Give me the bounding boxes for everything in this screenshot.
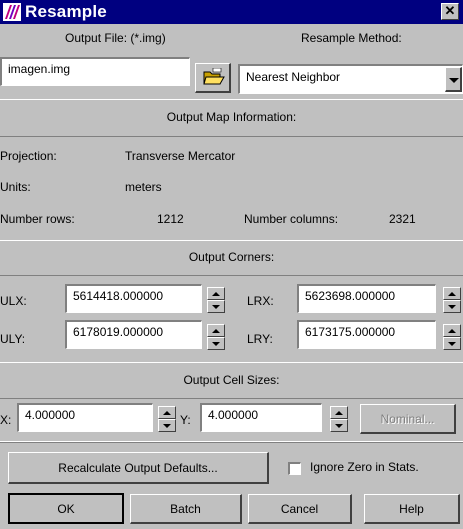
arrow-up-icon [163, 411, 171, 415]
arrow-down-icon [335, 424, 343, 428]
lry-value: 6173175.000000 [305, 325, 396, 339]
rows-value: 1212 [157, 212, 184, 226]
output-file-input[interactable]: imagen.img [0, 57, 190, 86]
resample-method-label: Resample Method: [301, 31, 402, 45]
corners-header-bar: Output Corners: [0, 240, 463, 276]
lry-label: LRY: [247, 332, 273, 346]
arrow-down-icon [448, 305, 456, 309]
projection-value: Transverse Mercator [125, 149, 236, 163]
arrow-down-icon [212, 342, 220, 346]
recalculate-label: Recalculate Output Defaults... [58, 460, 218, 475]
ulx-spinner[interactable] [207, 287, 225, 313]
close-icon[interactable]: ✕ [441, 3, 459, 20]
uly-down-button[interactable] [207, 337, 225, 350]
cell-sizes-header-bar: Output Cell Sizes: [0, 362, 463, 399]
open-folder-icon [203, 68, 225, 85]
chevron-down-icon [449, 78, 459, 83]
ulx-value: 5614418.000000 [73, 289, 164, 303]
help-label: Help [399, 501, 424, 516]
cell-size-y-value: 4.000000 [208, 408, 259, 422]
lrx-label: LRX: [247, 294, 274, 308]
cols-value: 2321 [389, 212, 416, 226]
map-info-header-bar: Output Map Information: [0, 99, 463, 137]
uly-spinner[interactable] [207, 324, 225, 350]
batch-button[interactable]: Batch [130, 494, 242, 524]
projection-label: Projection: [0, 149, 57, 163]
uly-value: 6178019.000000 [73, 325, 164, 339]
lrx-spinner[interactable] [443, 287, 461, 313]
ulx-up-button[interactable] [207, 287, 225, 300]
dropdown-button[interactable] [445, 67, 462, 92]
close-glyph: ✕ [444, 3, 456, 18]
batch-label: Batch [170, 501, 201, 516]
units-value: meters [125, 180, 162, 194]
recalculate-defaults-button[interactable]: Recalculate Output Defaults... [8, 452, 269, 484]
resample-method-value: Nearest Neighbor [246, 70, 341, 84]
lry-spinner[interactable] [443, 324, 461, 350]
lry-up-button[interactable] [443, 324, 461, 337]
cols-label: Number columns: [244, 212, 339, 226]
cancel-button[interactable]: Cancel [248, 494, 352, 524]
map-info-header: Output Map Information: [166, 110, 297, 124]
ignore-zero-checkbox[interactable] [288, 462, 301, 475]
lrx-down-button[interactable] [443, 300, 461, 313]
lrx-input[interactable]: 5623698.000000 [297, 284, 436, 313]
ok-label: OK [57, 501, 75, 516]
output-file-value: imagen.img [8, 62, 71, 76]
cancel-label: Cancel [280, 501, 319, 516]
x-label: X: [0, 413, 12, 427]
arrow-down-icon [448, 342, 456, 346]
arrow-down-icon [212, 305, 220, 309]
lry-input[interactable]: 6173175.000000 [297, 320, 436, 349]
uly-input[interactable]: 6178019.000000 [65, 320, 202, 349]
nominal-button[interactable]: Nominal... [360, 404, 456, 434]
cell-size-y-spinner[interactable] [330, 406, 348, 432]
y-down-button[interactable] [330, 419, 348, 432]
arrow-up-icon [448, 329, 456, 333]
units-label: Units: [0, 180, 31, 194]
rows-label: Number rows: [0, 212, 75, 226]
cell-size-x-value: 4.000000 [25, 408, 76, 422]
cell-size-x-spinner[interactable] [158, 406, 176, 432]
lry-down-button[interactable] [443, 337, 461, 350]
ok-button[interactable]: OK [8, 493, 124, 524]
ulx-input[interactable]: 5614418.000000 [65, 284, 202, 313]
x-down-button[interactable] [158, 419, 176, 432]
uly-label: ULY: [0, 332, 26, 346]
arrow-up-icon [448, 292, 456, 296]
browse-file-button[interactable] [195, 63, 231, 93]
window-title: Resample [25, 2, 107, 21]
title-bar[interactable]: Resample ✕ [0, 0, 463, 24]
arrow-up-icon [212, 329, 220, 333]
corners-header: Output Corners: [188, 250, 275, 264]
cell-size-x-input[interactable]: 4.000000 [17, 403, 153, 432]
divider [0, 441, 463, 443]
help-button[interactable]: Help [364, 494, 460, 524]
app-logo-icon [3, 3, 21, 21]
ignore-zero-label: Ignore Zero in Stats. [310, 460, 419, 474]
resample-method-select[interactable]: Nearest Neighbor [238, 64, 463, 94]
lrx-value: 5623698.000000 [305, 289, 396, 303]
x-up-button[interactable] [158, 406, 176, 419]
ulx-label: ULX: [0, 294, 27, 308]
arrow-up-icon [212, 292, 220, 296]
output-file-label: Output File: (*.img) [65, 31, 166, 45]
y-label: Y: [180, 413, 191, 427]
arrow-up-icon [335, 411, 343, 415]
arrow-down-icon [163, 424, 171, 428]
uly-up-button[interactable] [207, 324, 225, 337]
cell-size-y-input[interactable]: 4.000000 [200, 403, 322, 432]
ulx-down-button[interactable] [207, 300, 225, 313]
cell-sizes-header: Output Cell Sizes: [183, 373, 280, 387]
y-up-button[interactable] [330, 406, 348, 419]
nominal-label: Nominal... [380, 411, 435, 426]
lrx-up-button[interactable] [443, 287, 461, 300]
